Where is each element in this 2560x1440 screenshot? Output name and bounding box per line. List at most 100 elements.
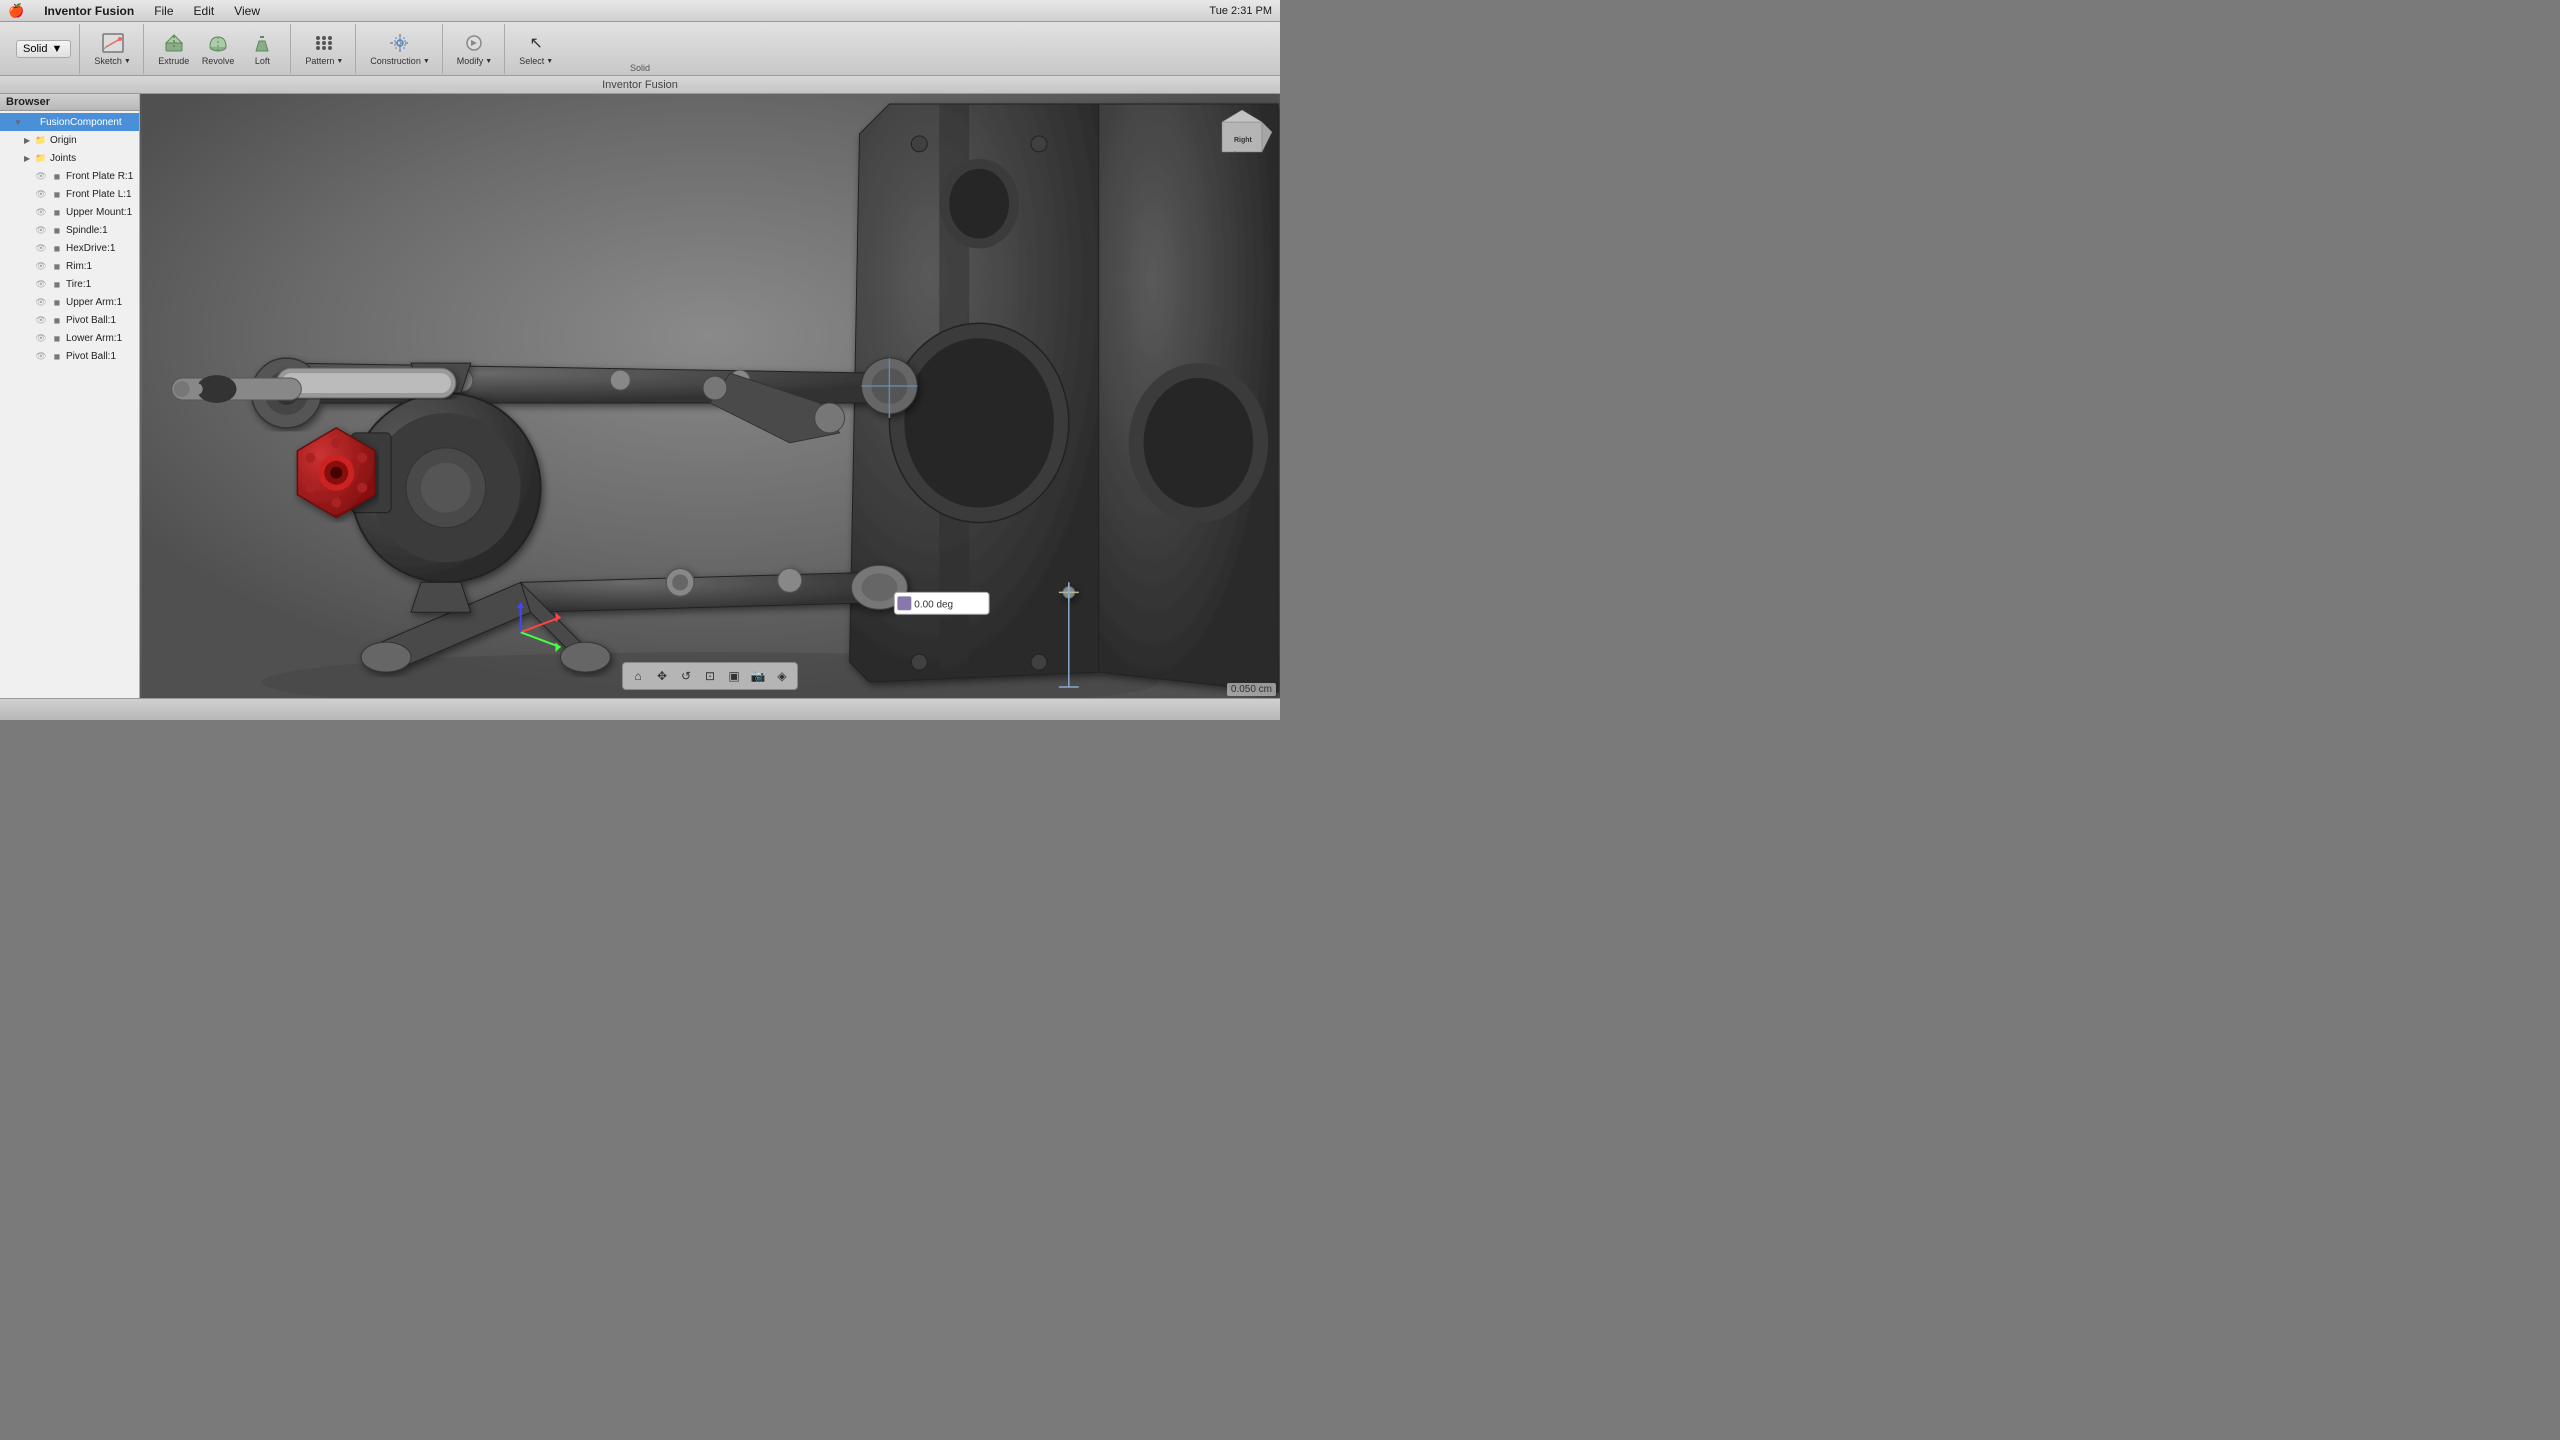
select-button[interactable]: ↖ Select ▼ [515, 29, 557, 68]
construction-group: Construction ▼ [358, 24, 442, 74]
solid-tools-group: Extrude Revolve Loft Soli [146, 24, 292, 74]
body-icon-fpl: ◼ [50, 187, 64, 201]
toolbar-mode-group: Solid ▼ [8, 24, 80, 74]
modify-icon [462, 31, 486, 55]
menu-view[interactable]: View [230, 4, 264, 18]
tree-item-spindle[interactable]: 👁 ◼ Spindle:1 [0, 221, 139, 239]
tree-item-rim[interactable]: 👁 ◼ Rim:1 [0, 257, 139, 275]
fusion-component-label: FusionComponent [40, 117, 122, 128]
sketch-group: Sketch ▼ [82, 24, 143, 74]
folder-icon-joints: 📁 [34, 151, 48, 165]
sketch-button[interactable]: Sketch ▼ [90, 29, 134, 68]
pattern-icon [312, 31, 336, 55]
tree-item-front-plate-r[interactable]: 👁 ◼ Front Plate R:1 [0, 167, 139, 185]
menubar: 🍎 Inventor Fusion File Edit View Tue 2:3… [0, 0, 1280, 22]
body-icon-pb1: ◼ [50, 313, 64, 327]
menubar-time: Tue 2:31 PM [1209, 5, 1272, 17]
pivot-bot-label: Pivot Ball:1 [66, 351, 116, 362]
visibility-icon-sp: 👁 [34, 223, 48, 237]
body-icon-um: ◼ [50, 205, 64, 219]
viewcube[interactable]: Right , [1212, 102, 1272, 162]
viewport[interactable]: 0.00 deg Right , ⌂ ✥ ↺ ⊡ [140, 94, 1280, 698]
visibility-icon-rim: 👁 [34, 259, 48, 273]
joints-label: Joints [50, 153, 76, 164]
menu-edit[interactable]: Edit [190, 4, 219, 18]
svg-text:,: , [1234, 147, 1236, 154]
solid-mode-dropdown[interactable]: Solid ▼ [16, 40, 71, 58]
pattern-button[interactable]: Pattern ▼ [301, 29, 347, 68]
construction-label: Construction ▼ [370, 56, 429, 66]
visibility-icon-fpl: 👁 [34, 187, 48, 201]
statusbar [0, 698, 1280, 720]
construction-icon [388, 31, 412, 55]
body-icon-la: ◼ [50, 331, 64, 345]
body-icon-rim: ◼ [50, 259, 64, 273]
extrude-icon [162, 31, 186, 55]
sketch-dropdown-arrow: ▼ [124, 58, 131, 65]
origin-label: Origin [50, 135, 77, 146]
tree-item-upper-mount[interactable]: 👁 ◼ Upper Mount:1 [0, 203, 139, 221]
browser-panel: Browser ▼ ⬡ FusionComponent ▶ 📁 Origin ▶… [0, 94, 140, 698]
tree-expand-joints: ▶ [24, 154, 34, 163]
nav-orbit-button[interactable]: ↺ [675, 665, 697, 687]
body-icon-sp: ◼ [50, 223, 64, 237]
extrude-button[interactable]: Extrude [154, 29, 194, 68]
solid-label-ext: Extrude [158, 56, 189, 66]
construction-button[interactable]: Construction ▼ [366, 29, 433, 68]
modify-group: Modify ▼ [445, 24, 505, 74]
menu-app-name[interactable]: Inventor Fusion [40, 4, 138, 18]
revolve-button[interactable]: Revolve [198, 29, 239, 68]
svg-text:0.00 deg: 0.00 deg [914, 599, 953, 610]
visibility-icon-um: 👁 [34, 205, 48, 219]
tree-expand-origin: ▶ [24, 136, 34, 145]
visibility-icon-tire: 👁 [34, 277, 48, 291]
tree-item-joints[interactable]: ▶ 📁 Joints [0, 149, 139, 167]
sketch-label: Sketch ▼ [94, 56, 130, 66]
solid-group-label: Solid [630, 63, 650, 73]
tree-item-pivot-bot[interactable]: 👁 ◼ Pivot Ball:1 [0, 347, 139, 365]
tree-item-pivot-top[interactable]: 👁 ◼ Pivot Ball:1 [0, 311, 139, 329]
pattern-label: Pattern ▼ [305, 56, 343, 66]
scale-indicator: 0.050 cm [1227, 683, 1276, 696]
nav-toolbar: ⌂ ✥ ↺ ⊡ ▣ 📷 ◈ [622, 662, 798, 690]
modify-button[interactable]: Modify ▼ [453, 29, 496, 68]
tree-item-lower-arm[interactable]: 👁 ◼ Lower Arm:1 [0, 329, 139, 347]
sketch-icon [101, 31, 125, 55]
solid-mode-label: Solid [23, 43, 47, 55]
loft-button[interactable]: Loft [242, 29, 282, 68]
hexdrive-label: HexDrive:1 [66, 243, 115, 254]
app-title: Inventor Fusion [602, 79, 678, 91]
toolbar: Solid ▼ Sketch ▼ [0, 22, 1280, 76]
nav-camera-button[interactable]: 📷 [747, 665, 769, 687]
main-content: Browser ▼ ⬡ FusionComponent ▶ 📁 Origin ▶… [0, 94, 1280, 698]
solid-label-rev: Revolve [202, 56, 235, 66]
apple-menu[interactable]: 🍎 [8, 3, 24, 19]
body-icon-fpr: ◼ [50, 169, 64, 183]
visibility-icon-hd: 👁 [34, 241, 48, 255]
nav-view-button[interactable]: ▣ [723, 665, 745, 687]
tree-item-hexdrive[interactable]: 👁 ◼ HexDrive:1 [0, 239, 139, 257]
tree-item-tire[interactable]: 👁 ◼ Tire:1 [0, 275, 139, 293]
upper-arm-label: Upper Arm:1 [66, 297, 122, 308]
front-plate-r-label: Front Plate R:1 [66, 171, 133, 182]
revolve-icon [206, 31, 230, 55]
tree-item-front-plate-l[interactable]: 👁 ◼ Front Plate L:1 [0, 185, 139, 203]
visibility-icon-pb2: 👁 [34, 349, 48, 363]
select-label: Select ▼ [519, 56, 553, 66]
tree-item-origin[interactable]: ▶ 📁 Origin [0, 131, 139, 149]
body-icon-tire: ◼ [50, 277, 64, 291]
modify-label: Modify ▼ [457, 56, 492, 66]
visibility-icon-la: 👁 [34, 331, 48, 345]
menu-file[interactable]: File [150, 4, 177, 18]
visibility-icon-pb1: 👁 [34, 313, 48, 327]
solid-dropdown-arrow: ▼ [51, 43, 62, 55]
nav-zoom-fit-button[interactable]: ⊡ [699, 665, 721, 687]
tree-item-fusion-component[interactable]: ▼ ⬡ FusionComponent [0, 113, 139, 131]
component-icon: ⬡ [24, 115, 38, 129]
nav-home-button[interactable]: ⌂ [627, 665, 649, 687]
tree-item-upper-arm[interactable]: 👁 ◼ Upper Arm:1 [0, 293, 139, 311]
nav-pan-button[interactable]: ✥ [651, 665, 673, 687]
select-icon: ↖ [524, 31, 548, 55]
body-icon-hd: ◼ [50, 241, 64, 255]
nav-display-button[interactable]: ◈ [771, 665, 793, 687]
